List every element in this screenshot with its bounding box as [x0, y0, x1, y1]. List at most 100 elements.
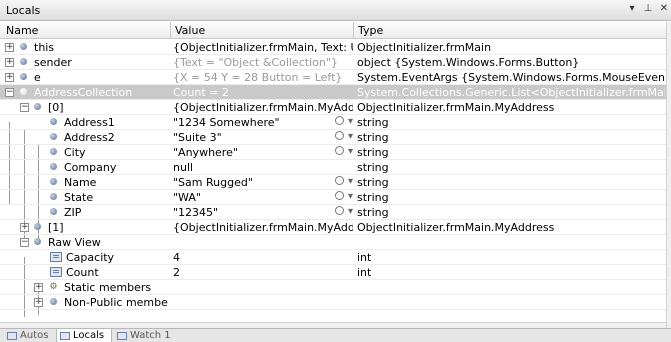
property-icon: [50, 133, 57, 140]
expand-icon[interactable]: +: [20, 223, 29, 232]
table-row[interactable]: Count 2 int: [0, 265, 666, 280]
tab-label: Locals: [73, 330, 105, 341]
row-type: ObjectInitializer.frmMain.MyAddress: [357, 221, 555, 234]
row-value[interactable]: {X = 54 Y = 28 Button = Left}: [173, 71, 353, 84]
visualizer-button[interactable]: ▾: [335, 205, 353, 217]
row-value[interactable]: {ObjectInitializer.frmMain.MyAddress}: [173, 221, 353, 234]
table-row[interactable]: + [1] {ObjectInitializer.frmMain.MyAddre…: [0, 220, 666, 235]
table-row[interactable]: Address1 "1234 Somewhere" ▾ string: [0, 115, 666, 130]
table-row[interactable]: Name "Sam Rugged" ▾ string: [0, 175, 666, 190]
tab-locals[interactable]: Locals: [56, 329, 112, 342]
row-type: int: [357, 266, 372, 279]
expand-icon[interactable]: +: [5, 58, 14, 67]
table-row[interactable]: + Non-Public members: [0, 295, 666, 310]
column-header-type[interactable]: Type: [358, 24, 383, 37]
magnifier-icon: [335, 176, 344, 185]
collapse-icon[interactable]: −: [5, 88, 14, 97]
row-type: [357, 296, 665, 309]
variable-icon: [34, 223, 41, 230]
column-header-value[interactable]: Value: [175, 24, 205, 37]
tab-label: Watch 1: [130, 330, 171, 341]
row-value[interactable]: "WA": [173, 191, 353, 204]
table-row[interactable]: + sender {Text = "Object &Collection"} o…: [0, 55, 666, 70]
row-name: State: [64, 191, 94, 204]
table-row[interactable]: Company null string: [0, 160, 666, 175]
row-name: sender: [34, 56, 72, 69]
row-name: e: [34, 71, 41, 84]
row-value[interactable]: Count = 2: [173, 86, 353, 99]
row-value[interactable]: 4: [173, 251, 353, 264]
tool-window-tabs: Autos Locals Watch 1: [0, 328, 671, 342]
row-type: string: [357, 146, 389, 159]
tab-watch-1[interactable]: Watch 1: [114, 329, 176, 342]
row-type: string: [357, 116, 389, 129]
row-value[interactable]: {ObjectInitializer.frmMain.MyAddress}: [173, 101, 353, 114]
expand-icon[interactable]: +: [34, 298, 43, 307]
property-icon: [50, 208, 57, 215]
row-value[interactable]: {Text = "Object &Collection"}: [173, 56, 353, 69]
row-type: ObjectInitializer.frmMain: [357, 41, 492, 54]
row-name: Non-Public members: [64, 296, 168, 309]
row-name: Address1: [64, 116, 115, 129]
row-name: City: [64, 146, 86, 159]
magnifier-icon: [335, 191, 344, 200]
variable-icon: [20, 88, 27, 95]
row-name: ZIP: [64, 206, 82, 219]
dropdown-arrow-icon: ▾: [348, 176, 354, 187]
variable-icon: [20, 58, 27, 65]
expand-icon[interactable]: +: [5, 73, 14, 82]
close-icon[interactable]: ✕: [659, 3, 669, 14]
row-value[interactable]: {ObjectInitializer.frmMain, Text: Using …: [173, 41, 353, 54]
tab-autos[interactable]: Autos: [4, 329, 54, 342]
column-header-name[interactable]: Name: [6, 24, 38, 37]
visualizer-button[interactable]: ▾: [335, 190, 353, 202]
collapse-icon[interactable]: −: [20, 103, 29, 112]
row-value[interactable]: [173, 236, 353, 249]
row-type: [357, 281, 665, 294]
table-row[interactable]: State "WA" ▾ string: [0, 190, 666, 205]
window-titlebar: Locals ▾ ⊥ ✕: [0, 0, 671, 21]
table-row[interactable]: − Raw View: [0, 235, 666, 250]
row-name: Raw View: [48, 236, 101, 249]
pin-icon[interactable]: ⊥: [643, 3, 653, 14]
vertical-scrollbar[interactable]: [666, 22, 671, 328]
table-row[interactable]: + this {ObjectInitializer.frmMain, Text:…: [0, 40, 666, 55]
property-icon: [50, 178, 57, 185]
table-row[interactable]: + ⚙ Static members: [0, 280, 666, 295]
visualizer-button[interactable]: ▾: [335, 115, 353, 127]
dropdown-arrow-icon: ▾: [348, 146, 354, 157]
row-value[interactable]: "1234 Somewhere": [173, 116, 353, 129]
dropdown-icon[interactable]: ▾: [627, 3, 637, 14]
row-name: Address2: [64, 131, 115, 144]
row-type: [357, 236, 665, 249]
row-type: string: [357, 191, 389, 204]
row-value[interactable]: "Sam Rugged": [173, 176, 353, 189]
row-value[interactable]: "Anywhere": [173, 146, 353, 159]
row-value[interactable]: 2: [173, 266, 353, 279]
magnifier-icon: [335, 146, 344, 155]
expand-icon[interactable]: +: [34, 283, 43, 292]
row-value[interactable]: "Suite 3": [173, 131, 353, 144]
property-icon: [50, 267, 62, 277]
row-value[interactable]: null: [173, 161, 353, 174]
row-type: int: [357, 251, 372, 264]
table-row[interactable]: ZIP "12345" ▾ string: [0, 205, 666, 220]
row-name: [1]: [48, 221, 64, 234]
table-row[interactable]: + e {X = 54 Y = 28 Button = Left} System…: [0, 70, 666, 85]
row-value[interactable]: [173, 281, 353, 294]
expand-icon[interactable]: +: [5, 43, 14, 52]
table-row[interactable]: − [0] {ObjectInitializer.frmMain.MyAddre…: [0, 100, 666, 115]
row-value[interactable]: [173, 296, 353, 309]
row-value[interactable]: "12345": [173, 206, 353, 219]
collapse-icon[interactable]: −: [20, 238, 29, 247]
visualizer-button[interactable]: ▾: [335, 145, 353, 157]
table-row[interactable]: Address2 "Suite 3" ▾ string: [0, 130, 666, 145]
property-icon: [50, 193, 57, 200]
table-row[interactable]: City "Anywhere" ▾ string: [0, 145, 666, 160]
table-row[interactable]: Capacity 4 int: [0, 250, 666, 265]
visualizer-button[interactable]: ▾: [335, 175, 353, 187]
visualizer-button[interactable]: ▾: [335, 130, 353, 142]
row-type: string: [357, 206, 389, 219]
table-row-selected[interactable]: − AddressCollection Count = 2 System.Col…: [0, 85, 666, 100]
locals-icon: [60, 332, 70, 340]
